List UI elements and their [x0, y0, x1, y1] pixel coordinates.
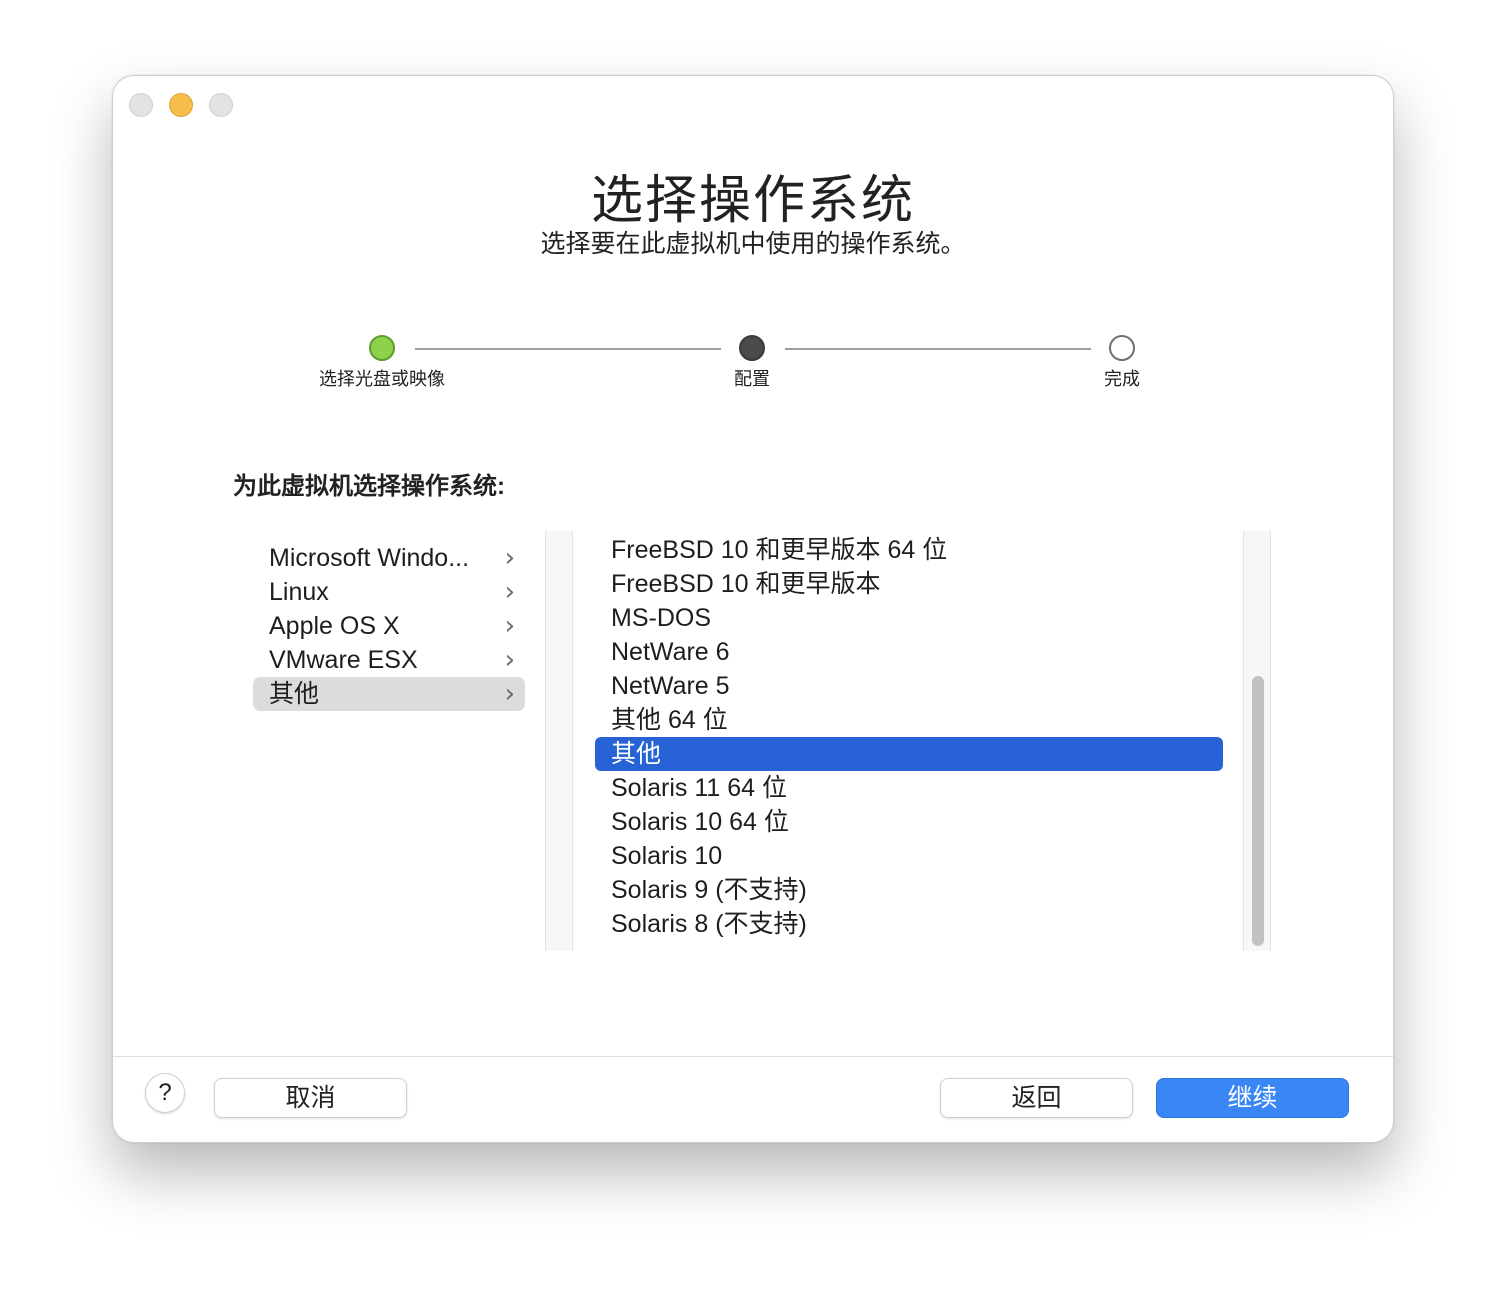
category-item[interactable]: VMware ESX › — [253, 643, 525, 677]
step-label: 完成 — [1104, 369, 1140, 389]
category-label: Microsoft Windo... — [269, 544, 470, 572]
chevron-right-icon: › — [504, 611, 515, 641]
chevron-right-icon: › — [504, 577, 515, 607]
step-connector — [785, 348, 1091, 350]
zoom-window-button[interactable] — [209, 93, 233, 117]
chevron-right-icon: › — [504, 543, 515, 573]
category-label: 其他 — [269, 680, 320, 708]
scrollbar-thumb[interactable] — [1252, 676, 1264, 946]
category-label: Apple OS X — [269, 612, 400, 640]
step-label: 选择光盘或映像 — [319, 369, 445, 389]
chevron-right-icon: › — [504, 679, 515, 709]
step-dot-todo — [1109, 335, 1135, 361]
continue-button[interactable]: 继续 — [1156, 1078, 1349, 1118]
scrollbar-track[interactable] — [1243, 531, 1271, 951]
help-button[interactable]: ? — [145, 1073, 185, 1113]
close-window-button[interactable] — [129, 93, 153, 117]
os-version-list: FreeBSD 10 和更早版本 64 位 FreeBSD 10 和更早版本 M… — [595, 533, 1223, 941]
cancel-button[interactable]: 取消 — [214, 1078, 407, 1118]
window: 选择操作系统 选择要在此虚拟机中使用的操作系统。 选择光盘或映像 配置 完成 为… — [112, 75, 1394, 1143]
back-button[interactable]: 返回 — [940, 1078, 1133, 1118]
chevron-right-icon: › — [504, 645, 515, 675]
os-item[interactable]: MS-DOS — [595, 601, 1223, 635]
dialog-title: 选择操作系统 — [590, 172, 915, 230]
os-item-selected[interactable]: 其他 — [595, 737, 1223, 771]
os-item[interactable]: NetWare 6 — [595, 635, 1223, 669]
step-dot-current — [739, 335, 765, 361]
step-label: 配置 — [734, 369, 770, 389]
step-connector — [415, 348, 721, 350]
os-item[interactable]: Solaris 10 — [595, 839, 1223, 873]
category-item[interactable]: Microsoft Windo... › — [253, 541, 525, 575]
category-item[interactable]: Linux › — [253, 575, 525, 609]
os-item[interactable]: Solaris 11 64 位 — [595, 771, 1223, 805]
footer-divider — [113, 1056, 1393, 1057]
category-item[interactable]: Apple OS X › — [253, 609, 525, 643]
os-category-list: Microsoft Windo... › Linux › Apple OS X … — [253, 541, 525, 711]
os-item[interactable]: FreeBSD 10 和更早版本 — [595, 567, 1223, 601]
os-item[interactable]: Solaris 9 (不支持) — [595, 873, 1223, 907]
os-item[interactable]: Solaris 10 64 位 — [595, 805, 1223, 839]
step-dot-done — [369, 335, 395, 361]
minimize-window-button[interactable] — [169, 93, 193, 117]
os-item[interactable]: 其他 64 位 — [595, 703, 1223, 737]
category-item-selected[interactable]: 其他 › — [253, 677, 525, 711]
os-item[interactable]: Solaris 8 (不支持) — [595, 907, 1223, 941]
os-item[interactable]: NetWare 5 — [595, 669, 1223, 703]
category-label: VMware ESX — [269, 646, 418, 674]
os-item[interactable]: FreeBSD 10 和更早版本 64 位 — [595, 533, 1223, 567]
column-divider[interactable] — [545, 531, 573, 951]
category-label: Linux — [269, 578, 329, 606]
dialog-subtitle: 选择要在此虚拟机中使用的操作系统。 — [540, 230, 966, 258]
section-label: 为此虚拟机选择操作系统: — [233, 473, 505, 500]
